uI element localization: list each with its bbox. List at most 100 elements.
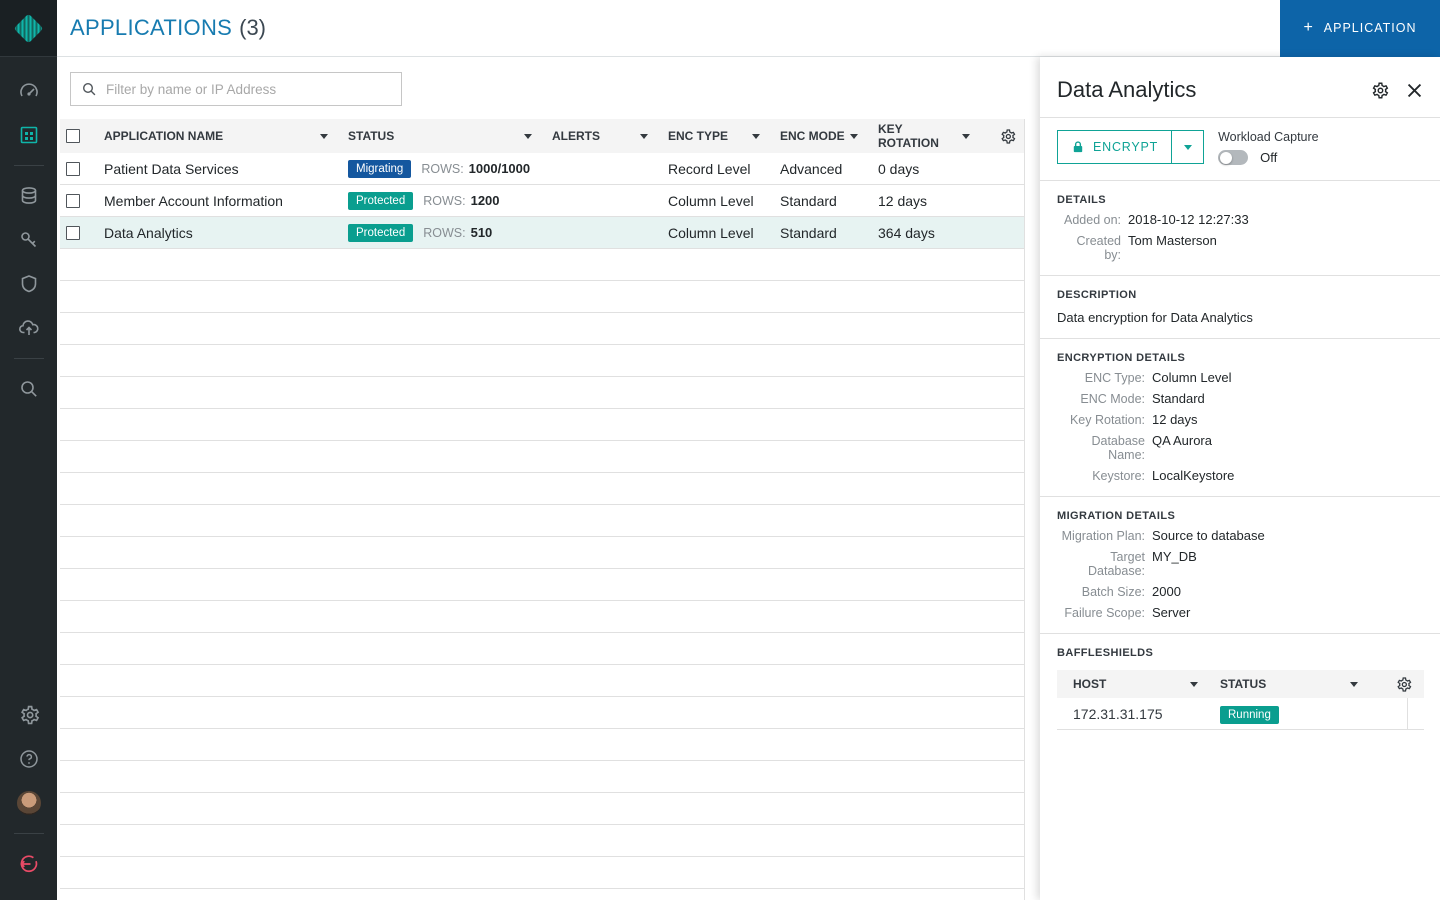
sort-caret-icon[interactable] [752, 133, 760, 139]
rows-count: 1000/1000 [468, 161, 531, 176]
baffle-logo-icon [13, 13, 44, 43]
sidebar-item-settings[interactable] [0, 693, 57, 737]
sort-caret-icon[interactable] [1190, 681, 1198, 687]
sidebar-item-profile[interactable] [0, 781, 57, 825]
baffleshield-row[interactable]: 172.31.31.175 Running [1057, 698, 1424, 730]
status-badge: Migrating [348, 159, 412, 178]
lock-icon [1073, 141, 1083, 153]
migration-details-section: MIGRATION DETAILS Migration Plan: Source… [1040, 497, 1440, 634]
enc-mode-cell: Standard [780, 224, 837, 241]
rows-label: ROWS: [423, 193, 466, 208]
sidebar-item-help[interactable] [0, 737, 57, 781]
sort-caret-icon[interactable] [640, 133, 648, 139]
enc-mode-cell: Standard [780, 192, 837, 209]
detail-field: ENC Type: Column Level [1084, 370, 1232, 385]
workload-capture-label: Workload Capture [1218, 130, 1319, 144]
key-rotation-cell: 0 days [878, 160, 920, 177]
sidebar-item-search[interactable] [0, 367, 57, 411]
filter-search-box[interactable] [70, 72, 402, 106]
shield-status-badge: Running [1220, 705, 1279, 724]
gear-icon [1372, 82, 1389, 98]
app-logo[interactable] [0, 0, 57, 57]
sidebar-item-deploy[interactable] [0, 306, 57, 350]
sidebar-divider [13, 833, 44, 834]
baffleshields-table: HOST STATUS 172.31.31.175 Running [1057, 670, 1424, 730]
table-header-row: APPLICATION NAME STATUS ALERTS ENC TYPE … [60, 119, 1024, 153]
select-all-checkbox[interactable] [66, 129, 80, 143]
column-header-host[interactable]: HOST [1057, 677, 1220, 691]
description-text: Data encryption for Data Analytics [1057, 310, 1253, 325]
sidebar-item-databases[interactable] [0, 174, 57, 218]
encrypt-button[interactable]: ENCRYPT [1058, 131, 1172, 163]
encryption-details-section: ENCRYPTION DETAILS ENC Type: Column Leve… [1040, 339, 1440, 497]
column-header-enc-mode[interactable]: ENC MODE [780, 129, 878, 143]
column-header-enc-type[interactable]: ENC TYPE [668, 129, 780, 143]
sidebar-divider [13, 165, 44, 166]
user-avatar [16, 791, 41, 815]
sidebar-item-keys[interactable] [0, 218, 57, 262]
panel-settings-button[interactable] [1370, 81, 1389, 100]
column-header-alerts[interactable]: ALERTS [552, 129, 668, 143]
sort-caret-icon[interactable] [1350, 681, 1358, 687]
key-rotation-cell: 12 days [878, 192, 928, 209]
workload-capture-toggle[interactable] [1218, 150, 1249, 165]
help-icon [19, 750, 38, 768]
key-rotation-cell: 364 days [878, 224, 935, 241]
panel-title: Data Analytics [1057, 77, 1197, 102]
table-row[interactable]: Patient Data Services Migrating ROWS: 10… [60, 153, 1024, 185]
sidebar-item-dashboard[interactable] [0, 69, 57, 113]
detail-field: ENC Mode: Standard [1080, 391, 1205, 406]
column-header-key-rotation[interactable]: KEY ROTATION [878, 122, 990, 150]
rows-label: ROWS: [423, 225, 466, 240]
empty-table-rows [60, 249, 1024, 900]
row-checkbox[interactable] [66, 161, 80, 176]
gear-icon [20, 705, 39, 725]
enc-type-cell: Record Level [668, 160, 751, 177]
workload-capture-state: Off [1260, 150, 1278, 165]
section-heading: MIGRATION DETAILS [1057, 510, 1176, 522]
sidebar-item-logout[interactable] [0, 842, 57, 886]
top-bar: APPLICATIONS (3) + APPLICATION [57, 0, 1440, 57]
applications-table: APPLICATION NAME STATUS ALERTS ENC TYPE … [60, 119, 1025, 900]
baffleshields-header-row: HOST STATUS [1057, 670, 1424, 698]
add-application-label: APPLICATION [1323, 21, 1417, 35]
panel-close-button[interactable] [1405, 81, 1424, 100]
search-icon [20, 381, 37, 397]
gear-icon[interactable] [1395, 676, 1412, 693]
sort-caret-icon[interactable] [320, 133, 328, 139]
table-settings-cell [990, 128, 1025, 145]
encrypt-dropdown-button[interactable] [1171, 131, 1204, 163]
filter-input[interactable] [106, 81, 391, 97]
sort-caret-icon[interactable] [524, 133, 532, 139]
sort-caret-icon[interactable] [850, 133, 858, 139]
detail-field: Database Name: QA Aurora [1091, 433, 1212, 462]
table-row-selected[interactable]: Data Analytics Protected ROWS: 510 Colum… [60, 217, 1024, 249]
sidebar-item-shields[interactable] [0, 262, 57, 306]
chevron-down-icon [1183, 144, 1192, 150]
page-count: (3) [239, 15, 267, 40]
application-name: Data Analytics [104, 224, 193, 241]
sort-caret-icon[interactable] [962, 133, 970, 139]
row-checkbox[interactable] [66, 225, 80, 240]
rows-label: ROWS: [421, 161, 464, 176]
toggle-knob [1220, 151, 1233, 164]
logout-icon [19, 855, 37, 873]
table-row[interactable]: Member Account Information Protected ROW… [60, 185, 1024, 217]
sidebar-item-applications[interactable] [0, 113, 57, 157]
gear-icon[interactable] [999, 128, 1016, 145]
add-application-button[interactable]: + APPLICATION [1280, 0, 1440, 57]
search-icon [82, 82, 96, 96]
section-heading: ENCRYPTION DETAILS [1057, 352, 1186, 364]
applications-main: APPLICATION NAME STATUS ALERTS ENC TYPE … [57, 57, 1040, 900]
encrypt-label: ENCRYPT [1093, 140, 1159, 154]
shield-icon [21, 275, 36, 293]
detail-field: Key Rotation: 12 days [1069, 412, 1198, 427]
column-header-application-name[interactable]: APPLICATION NAME [104, 129, 348, 143]
column-header-shield-status[interactable]: STATUS [1220, 677, 1380, 691]
detail-field: Migration Plan: Source to database [1061, 528, 1265, 543]
row-checkbox[interactable] [66, 193, 80, 208]
column-header-status[interactable]: STATUS [348, 129, 552, 143]
application-name: Patient Data Services [104, 160, 239, 177]
status-badge: Protected [348, 223, 414, 242]
detail-field: Target Database: MY_DB [1088, 549, 1197, 578]
